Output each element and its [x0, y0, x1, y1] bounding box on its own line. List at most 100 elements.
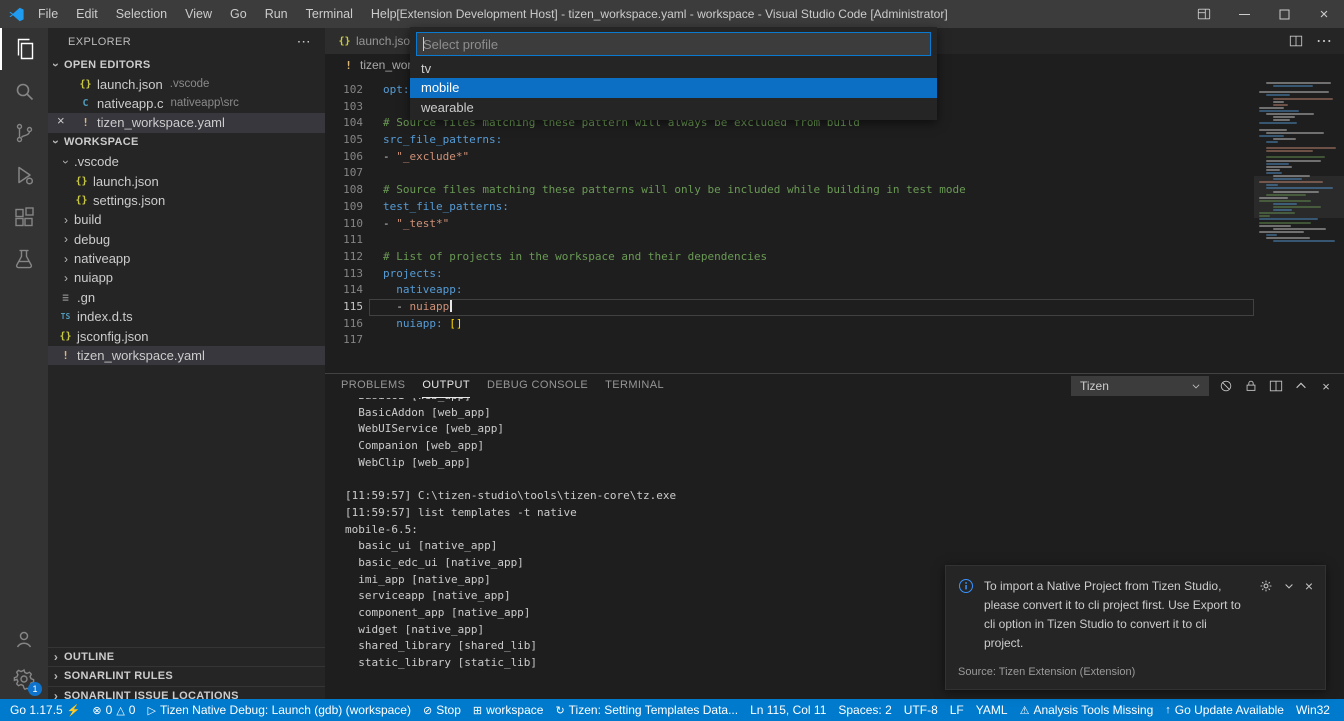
status-debug-config[interactable]: ▷Tizen Native Debug: Launch (gdb) (works… [141, 699, 416, 721]
search-icon[interactable] [0, 70, 48, 112]
menu-selection[interactable]: Selection [107, 0, 176, 28]
folder-item[interactable]: ›debug [48, 230, 325, 249]
close-icon[interactable]: × [1305, 580, 1313, 592]
minimap[interactable] [1254, 76, 1344, 373]
maximize-panel-icon[interactable] [1293, 378, 1309, 394]
close-panel-icon[interactable]: × [1318, 378, 1334, 394]
settings-gear-icon[interactable]: 1 [0, 659, 48, 699]
open-editor-item[interactable]: {}launch.json.vscode [48, 74, 325, 93]
file-item[interactable]: !tizen_workspace.yaml [48, 346, 325, 365]
vscode-logo-icon [8, 6, 25, 23]
window-controls: × [1184, 0, 1344, 28]
status-go-version[interactable]: Go 1.17.5⚡ [4, 699, 86, 721]
warning-icon: △ [116, 704, 124, 717]
open-editors-header[interactable]: › OPEN EDITORS [48, 55, 325, 74]
minimize-button[interactable] [1224, 0, 1264, 28]
editor-more-actions-icon[interactable]: ⋯ [1316, 31, 1332, 51]
menu-run[interactable]: Run [256, 0, 297, 28]
code-line[interactable]: 111 [325, 232, 1254, 249]
chevron-right-icon: › [58, 213, 74, 227]
panel-tab-problems[interactable]: PROBLEMS [341, 374, 405, 398]
folder-item[interactable]: ›nuiapp [48, 268, 325, 287]
output-channel-select[interactable]: Tizen [1071, 376, 1209, 396]
section-sonarlint-issue-locations[interactable]: ›SONARLINT ISSUE LOCATIONS [48, 686, 325, 699]
code-line[interactable]: 108# Source files matching these pattern… [325, 182, 1254, 199]
file-name: .gn [77, 290, 95, 305]
menu-terminal[interactable]: Terminal [297, 0, 362, 28]
notification-actions: × [1259, 577, 1313, 593]
menu-edit[interactable]: Edit [67, 0, 107, 28]
layout-customize-icon[interactable] [1184, 0, 1224, 28]
folder-item[interactable]: ›nativeapp [48, 249, 325, 268]
status-indentation[interactable]: Spaces: 2 [832, 699, 897, 721]
status-workspace[interactable]: ⊞workspace [467, 699, 550, 721]
status-cursor-position[interactable]: Ln 115, Col 11 [744, 699, 832, 721]
folder-item[interactable]: ›.vscode [48, 152, 325, 171]
quick-pick-input[interactable] [416, 32, 931, 56]
code-line[interactable]: 117 [325, 332, 1254, 349]
source-control-icon[interactable] [0, 112, 48, 154]
status-encoding[interactable]: UTF-8 [898, 699, 944, 721]
close-button[interactable]: × [1304, 0, 1344, 28]
file-item[interactable]: {}launch.json [48, 171, 325, 190]
menu-go[interactable]: Go [221, 0, 256, 28]
file-item[interactable]: ≡.gn [48, 288, 325, 307]
explorer-icon[interactable] [0, 28, 48, 70]
account-icon[interactable] [0, 619, 48, 659]
folder-item[interactable]: ›build [48, 210, 325, 229]
file-item[interactable]: {} settings.json [48, 191, 325, 210]
status-text: Ln 115, Col 11 [750, 703, 826, 717]
code-line[interactable]: 112# List of projects in the workspace a… [325, 249, 1254, 266]
quick-pick-item-mobile[interactable]: mobile [410, 78, 937, 97]
gear-icon[interactable] [1259, 579, 1273, 593]
workspace-header[interactable]: › WORKSPACE [48, 133, 325, 152]
status-notifications[interactable] [1336, 699, 1344, 721]
panel-tab-terminal[interactable]: TERMINAL [605, 374, 664, 398]
status-stop[interactable]: ⊘Stop [417, 699, 467, 721]
code-line[interactable]: 106- "_exclude*" [325, 149, 1254, 166]
quick-pick-item-tv[interactable]: tv [410, 59, 937, 78]
code-editor[interactable]: 102opt:103104# Source files matching the… [325, 76, 1344, 373]
menu-file[interactable]: File [29, 0, 67, 28]
json-file-icon: {} [74, 195, 89, 206]
status-tizen-task[interactable]: ↻Tizen: Setting Templates Data... [549, 699, 744, 721]
code-line[interactable]: 114 nativeapp: [325, 282, 1254, 299]
code-line[interactable]: 110- "_test*" [325, 216, 1254, 233]
section-sonarlint-rules[interactable]: ›SONARLINT RULES [48, 666, 325, 685]
file-item[interactable]: TSindex.d.ts [48, 307, 325, 326]
code-line[interactable]: 105src_file_patterns: [325, 132, 1254, 149]
folder-name: build [74, 212, 101, 227]
extensions-icon[interactable] [0, 196, 48, 238]
status-go-update[interactable]: ↑Go Update Available [1159, 699, 1290, 721]
quick-pick-item-wearable[interactable]: wearable [410, 98, 937, 117]
menu-view[interactable]: View [176, 0, 221, 28]
status-eol[interactable]: LF [944, 699, 970, 721]
chevron-down-icon[interactable] [1283, 580, 1295, 592]
code-line[interactable]: 113projects: [325, 266, 1254, 283]
file-name: settings.json [93, 193, 165, 208]
status-analysis-tools[interactable]: ⚠Analysis Tools Missing [1014, 699, 1160, 721]
status-language-mode[interactable]: YAML [970, 699, 1014, 721]
test-beaker-icon[interactable] [0, 238, 48, 280]
more-actions-icon[interactable]: ⋯ [297, 33, 311, 50]
status-problems[interactable]: ⊗0△0 [86, 699, 141, 721]
open-in-editor-icon[interactable] [1268, 378, 1284, 394]
panel-tab-output[interactable]: OUTPUT [422, 374, 470, 398]
lock-scrolling-icon[interactable] [1243, 378, 1259, 394]
code-line[interactable]: 116 nuiapp: [] [325, 316, 1254, 333]
open-editor-item[interactable]: Cnativeapp.cnativeapp\src [48, 94, 325, 113]
code-line[interactable]: 109test_file_patterns: [325, 199, 1254, 216]
maximize-button[interactable] [1264, 0, 1304, 28]
panel-tab-debug-console[interactable]: DEBUG CONSOLE [487, 374, 588, 398]
code-line[interactable]: 107 [325, 165, 1254, 182]
close-icon[interactable]: × [57, 113, 65, 128]
clear-output-icon[interactable] [1218, 378, 1234, 394]
run-debug-icon[interactable] [0, 154, 48, 196]
split-editor-icon[interactable] [1288, 33, 1304, 49]
section-outline[interactable]: ›OUTLINE [48, 647, 325, 666]
code-line[interactable]: 115 - nuiapp [325, 299, 1254, 316]
status-platform[interactable]: Win32 [1290, 699, 1336, 721]
file-name: nativeapp.c [97, 96, 164, 111]
file-item[interactable]: {}jsconfig.json [48, 326, 325, 345]
open-editor-item[interactable]: ×!tizen_workspace.yaml [48, 113, 325, 132]
